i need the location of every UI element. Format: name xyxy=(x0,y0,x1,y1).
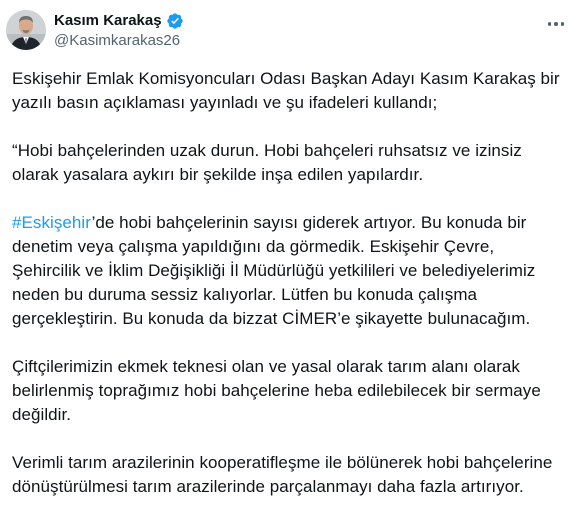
tweet: Kasım Karakaş @Kasimkarakas26 Eskişehir … xyxy=(0,0,579,503)
tweet-text: Eskişehir Emlak Komisyoncuları Odası Baş… xyxy=(12,67,567,523)
hashtag-link[interactable]: #Eskişehir xyxy=(12,213,92,232)
tweet-header: Kasım Karakaş @Kasimkarakas26 xyxy=(6,10,572,58)
tweet-paragraph-1: Eskişehir Emlak Komisyoncuları Odası Baş… xyxy=(12,69,560,112)
avatar[interactable] xyxy=(6,10,46,50)
tweet-paragraph-5: Verimli tarım arazilerinin kooperatifleş… xyxy=(12,453,553,496)
tweet-paragraph-4: Çiftçilerimizin ekmek teknesi olan ve ya… xyxy=(12,357,541,424)
tweet-paragraph-3: #Eskişehir’de hobi bahçelerinin sayısı g… xyxy=(12,211,567,331)
more-options-icon[interactable] xyxy=(544,14,568,34)
author-block: Kasım Karakaş @Kasimkarakas26 xyxy=(54,11,184,51)
portrait-photo-icon xyxy=(6,10,46,50)
display-name[interactable]: Kasım Karakaş xyxy=(54,11,162,31)
handle[interactable]: @Kasimkarakas26 xyxy=(54,31,184,51)
tweet-paragraph-2: “Hobi bahçelerinden uzak durun. Hobi bah… xyxy=(12,141,522,184)
verified-badge-icon[interactable] xyxy=(166,12,184,30)
name-row: Kasım Karakaş xyxy=(54,11,184,31)
